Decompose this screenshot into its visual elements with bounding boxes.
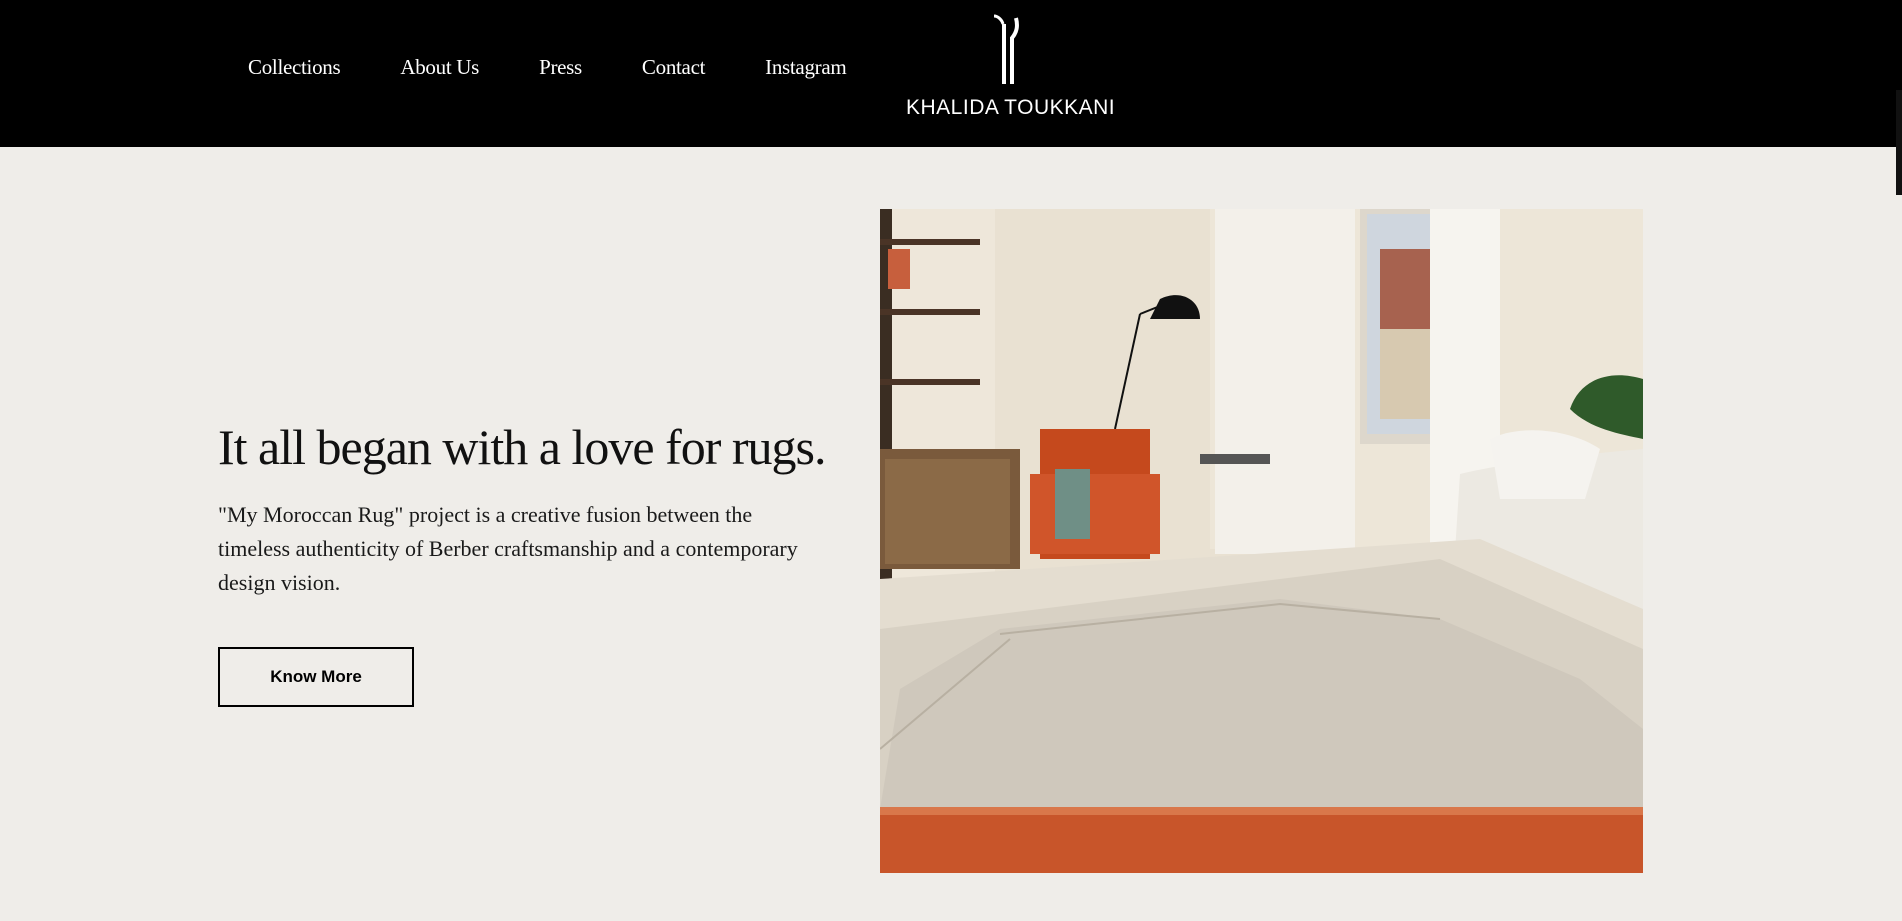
kt-monogram-icon — [993, 14, 1019, 84]
site-logo[interactable]: KHALIDA TOUKKANI — [906, 14, 1116, 120]
nav-press[interactable]: Press — [539, 50, 582, 84]
nav-collections[interactable]: Collections — [248, 50, 341, 84]
hero-image — [880, 209, 1643, 873]
main-nav: Collections About Us Press Contact Insta… — [248, 50, 906, 84]
scrollbar[interactable] — [1896, 90, 1902, 195]
hero-description: "My Moroccan Rug" project is a creative … — [218, 502, 798, 595]
nav-about-us[interactable]: About Us — [400, 50, 479, 84]
site-header: Collections About Us Press Contact Insta… — [0, 0, 1902, 147]
nav-contact[interactable]: Contact — [642, 50, 706, 84]
hero-title: It all began with a love for rugs. — [218, 419, 826, 475]
nav-instagram[interactable]: Instagram — [765, 50, 847, 84]
know-more-button[interactable]: Know More — [218, 647, 414, 707]
brand-name: KHALIDA TOUKKANI — [906, 96, 1116, 119]
living-room-rug-photo — [880, 209, 1643, 873]
